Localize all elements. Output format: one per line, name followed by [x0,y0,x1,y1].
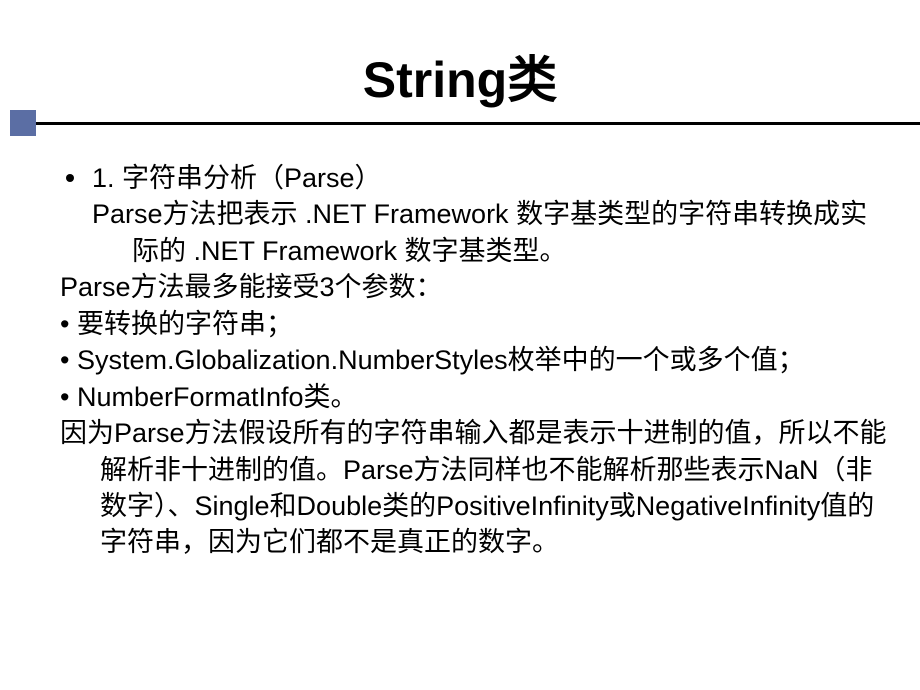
slide-body: 1. 字符串分析（Parse） Parse方法把表示 .NET Framewor… [30,160,890,561]
params-intro: Parse方法最多能接受3个参数： [30,269,890,305]
bullet-icon [66,174,74,182]
final-paragraph-text: 因为Parse方法假设所有的字符串输入都是表示十进制的值，所以不能解析非十进制的… [60,418,887,557]
slide-title: String类 [30,40,890,112]
final-paragraph: 因为Parse方法假设所有的字符串输入都是表示十进制的值，所以不能解析非十进制的… [30,415,890,561]
item1-heading: 1. 字符串分析（Parse） [92,160,382,196]
param-bullet-3: • NumberFormatInfo类。 [30,379,890,415]
accent-square-icon [10,110,36,136]
slide: String类 1. 字符串分析（Parse） Parse方法把表示 .NET … [0,0,920,690]
list-item: 1. 字符串分析（Parse） [30,160,890,196]
param-bullet-1: • 要转换的字符串； [30,306,890,342]
param-bullet-2: • System.Globalization.NumberStyles枚举中的一… [30,342,890,378]
accent-line [36,122,920,125]
accent-bar [0,120,920,126]
item1-description: Parse方法把表示 .NET Framework 数字基类型的字符串转换成实际… [30,196,890,269]
